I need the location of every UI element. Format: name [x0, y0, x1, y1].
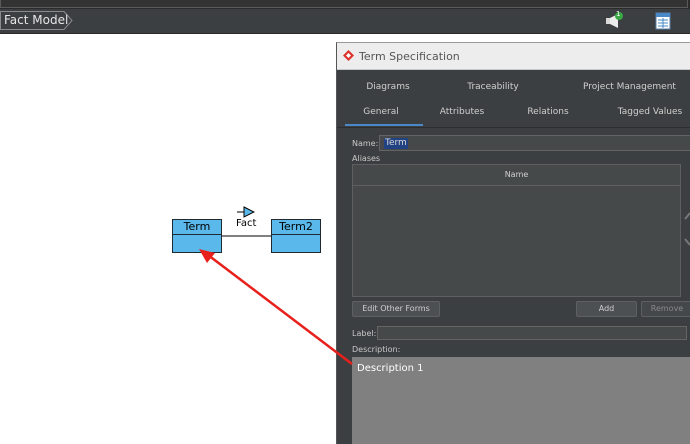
chevron-up-icon[interactable] [684, 211, 690, 221]
name-label: Name: [352, 139, 379, 148]
document-grid-icon[interactable] [655, 12, 673, 30]
association-label[interactable]: Fact [236, 218, 256, 229]
tab-attributes[interactable]: Attributes [437, 107, 487, 117]
active-tab-indicator [345, 124, 423, 126]
tab-traceability[interactable]: Traceability [463, 82, 523, 92]
tab-project-management[interactable]: Project Management [583, 82, 676, 92]
description-label: Description: [352, 345, 401, 354]
label-field[interactable] [377, 326, 687, 340]
description-text: Description 1 [357, 363, 424, 374]
edit-other-forms-button[interactable]: Edit Other Forms [352, 301, 440, 317]
diagram-toolbar: Fact Model 1 [0, 9, 690, 34]
aliases-table[interactable]: Name [352, 164, 681, 297]
megaphone-icon[interactable]: 1 [604, 10, 623, 30]
app-logo-icon [343, 50, 354, 61]
diagram-canvas[interactable]: Fact Term Term2 [0, 34, 336, 443]
aliases-table-header-name[interactable]: Name [353, 165, 680, 186]
class-term-name: Term [173, 220, 221, 235]
term-specification-dialog: Term Specification Diagrams Traceability… [336, 42, 690, 444]
class-term2-name: Term2 [272, 220, 320, 235]
name-field-value: Term [384, 138, 408, 149]
add-button[interactable]: Add [576, 301, 637, 317]
aliases-label: Aliases [352, 154, 381, 163]
name-field[interactable]: Term [379, 135, 690, 151]
class-term2[interactable]: Term2 [271, 219, 321, 253]
class-term[interactable]: Term [172, 219, 222, 253]
tab-separator [337, 127, 690, 128]
top-window-border [0, 0, 688, 8]
chevron-down-icon[interactable] [684, 237, 690, 247]
label-label: Label: [352, 329, 377, 338]
remove-button[interactable]: Remove [641, 301, 690, 317]
dialog-title: Term Specification [359, 50, 460, 63]
description-textarea[interactable]: Description 1 [352, 357, 690, 444]
tab-general[interactable]: General [355, 107, 407, 117]
notification-badge: 1 [616, 10, 621, 18]
tab-diagrams[interactable]: Diagrams [363, 82, 413, 92]
breadcrumb-label: Fact Model [4, 13, 69, 27]
tab-relations[interactable]: Relations [523, 107, 573, 117]
tab-tagged-values[interactable]: Tagged Values [615, 107, 685, 117]
dialog-titlebar[interactable]: Term Specification [337, 43, 690, 70]
top-window-strip [0, 0, 690, 9]
